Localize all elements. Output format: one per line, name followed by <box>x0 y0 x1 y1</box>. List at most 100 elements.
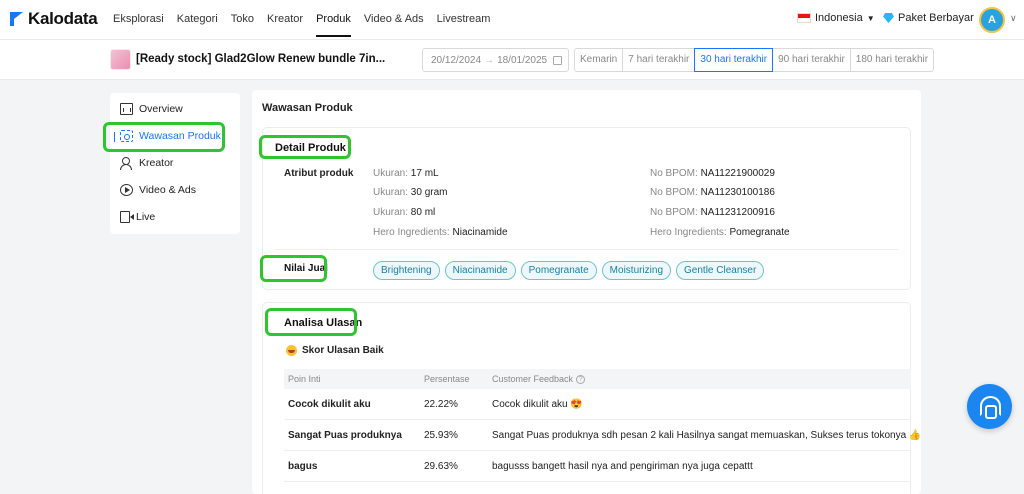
analisa-ulasan-card: Analisa Ulasan Skor Ulasan Baik Poin Int… <box>262 302 921 494</box>
indonesia-flag-icon <box>797 13 811 23</box>
attr-value: NA11221900029 <box>700 168 775 179</box>
chevron-down-icon[interactable]: ∨ <box>1010 13 1017 24</box>
video-camera-icon <box>120 211 134 223</box>
main-nav: Eksplorasi Kategori Toko Kreator Produk … <box>113 0 503 40</box>
period-kemarin[interactable]: Kemarin <box>574 48 624 72</box>
language-selector[interactable]: Indonesia ▼ <box>797 12 875 24</box>
avatar[interactable]: A <box>979 7 1005 33</box>
sidebar: Overview Wawasan Produk Kreator Video & … <box>110 93 240 234</box>
detail-produk-card: Detail Produk Atribut produk Ukuran: 17 … <box>262 127 911 290</box>
cell-feedback: Sangat Puas produknya sdh pesan 2 kali H… <box>492 430 922 441</box>
period-90-days[interactable]: 90 hari terakhir <box>772 48 851 72</box>
attr-value: NA11230100186 <box>700 187 775 198</box>
nav-toko[interactable]: Toko <box>231 0 254 40</box>
date-start: 20/12/2024 <box>431 54 482 66</box>
cell-feedback: Cocok dikulit aku 😍 <box>492 399 583 410</box>
tag-gentle-cleanser[interactable]: Gentle Cleanser <box>676 261 765 280</box>
attr-left-3: Ukuran: 80 ml <box>373 207 435 218</box>
nav-eksplorasi[interactable]: Eksplorasi <box>113 0 164 40</box>
top-navbar: Kalodata Eksplorasi Kategori Toko Kreato… <box>0 0 1024 40</box>
tag-niacinamide[interactable]: Niacinamide <box>444 261 516 280</box>
period-selector: Kemarin 7 hari terakhir 30 hari terakhir… <box>574 48 935 72</box>
tag-brightening[interactable]: Brightening <box>373 261 440 280</box>
user-icon <box>120 157 133 170</box>
period-7-days[interactable]: 7 hari terakhir <box>622 48 696 72</box>
page-title: Wawasan Produk <box>262 102 353 114</box>
calendar-icon <box>553 55 563 65</box>
attr-right-2: No BPOM: NA11230100186 <box>650 187 775 198</box>
sidebar-item-live[interactable]: Live <box>120 211 155 223</box>
attr-right-3: No BPOM: NA11231200916 <box>650 207 775 218</box>
divider <box>275 249 898 250</box>
attr-value: 80 ml <box>410 207 436 218</box>
cell-point: bagus <box>288 461 318 472</box>
attr-key: No BPOM: <box>650 168 701 179</box>
date-range-picker[interactable]: 20/12/2024 → 18/01/2025 <box>422 48 569 72</box>
attr-value: NA11231200916 <box>700 207 775 218</box>
date-end: 18/01/2025 <box>497 54 548 66</box>
cell-pct: 25.93% <box>424 430 458 441</box>
attr-label: Atribut produk <box>284 168 354 179</box>
sidebar-item-label: Overview <box>139 103 183 115</box>
date-arrow: → <box>484 54 495 66</box>
attr-key: Hero Ingredients: <box>373 227 453 238</box>
sidebar-item-overview[interactable]: Overview <box>120 103 183 115</box>
kalodata-logo-icon <box>10 11 24 27</box>
product-thumbnail <box>110 49 131 70</box>
period-180-days[interactable]: 180 hari terakhir <box>849 48 935 72</box>
kalodata-logo[interactable]: Kalodata <box>10 9 98 29</box>
sidebar-item-video-ads[interactable]: Video & Ads <box>120 184 196 196</box>
cell-point: Cocok dikulit aku <box>288 399 371 410</box>
nav-kreator[interactable]: Kreator <box>267 0 303 40</box>
score-label-text: Skor Ulasan Baik <box>302 345 384 356</box>
highlight-box-wawasan <box>103 122 225 152</box>
col-customer-feedback: Customer Feedback? <box>492 374 586 385</box>
headset-support-icon[interactable] <box>967 384 1012 429</box>
col-customer-feedback-label: Customer Feedback <box>492 374 574 384</box>
plan-badge[interactable]: Paket Berbayar <box>883 12 974 24</box>
sidebar-item-label: Live <box>136 211 156 223</box>
attr-right-4: Hero Ingredients: Pomegranate <box>650 227 790 238</box>
help-icon[interactable]: ? <box>576 375 586 385</box>
highlight-box-detail-produk <box>259 135 351 159</box>
tag-list: Brightening Niacinamide Pomegranate Mois… <box>373 261 765 280</box>
diamond-icon <box>883 13 894 23</box>
logo-text: Kalodata <box>28 9 98 28</box>
attr-left-4: Hero Ingredients: Niacinamide <box>373 227 508 238</box>
attr-value: Pomegranate <box>729 227 790 238</box>
table-row: Sangat Puas produknya 25.93% Sangat Puas… <box>284 420 921 451</box>
nav-livestream[interactable]: Livestream <box>437 0 491 40</box>
cell-feedback: bagusss bangett hasil nya and pengiriman… <box>492 461 753 472</box>
tag-pomegranate[interactable]: Pomegranate <box>520 261 597 280</box>
attr-left-1: Ukuran: 17 mL <box>373 168 439 179</box>
language-label: Indonesia <box>815 12 863 24</box>
attr-value: 17 mL <box>410 168 439 179</box>
period-30-days[interactable]: 30 hari terakhir <box>694 48 774 72</box>
col-persentase: Persentase <box>424 374 470 384</box>
attr-right-1: No BPOM: NA11221900029 <box>650 168 775 179</box>
attr-key: No BPOM: <box>650 207 701 218</box>
attr-value: 30 gram <box>410 187 448 198</box>
col-poin-inti: Poin Inti <box>288 374 321 384</box>
highlight-box-nilai-jual <box>260 255 327 282</box>
cell-point: Sangat Puas produknya <box>288 430 402 441</box>
plan-label: Paket Berbayar <box>898 12 974 24</box>
tag-moisturizing[interactable]: Moisturizing <box>601 261 672 280</box>
caret-down-icon: ▼ <box>866 13 875 23</box>
attr-key: Ukuran: <box>373 168 411 179</box>
score-label: Skor Ulasan Baik <box>286 345 384 356</box>
nav-produk[interactable]: Produk <box>316 0 351 40</box>
attr-key: Ukuran: <box>373 207 411 218</box>
main-panel: Wawasan Produk Detail Produk Atribut pro… <box>252 90 921 494</box>
sidebar-item-kreator[interactable]: Kreator <box>120 157 173 170</box>
attr-key: Hero Ingredients: <box>650 227 730 238</box>
cell-pct: 29.63% <box>424 461 458 472</box>
attr-key: Ukuran: <box>373 187 411 198</box>
nav-video-ads[interactable]: Video & Ads <box>364 0 424 40</box>
cell-pct: 22.22% <box>424 399 458 410</box>
attr-value: Niacinamide <box>452 227 508 238</box>
nav-kategori[interactable]: Kategori <box>177 0 218 40</box>
product-header: [Ready stock] Glad2Glow Renew bundle 7in… <box>0 40 1024 80</box>
highlight-box-analisa-ulasan <box>265 308 357 336</box>
product-title[interactable]: [Ready stock] Glad2Glow Renew bundle 7in… <box>136 53 385 65</box>
